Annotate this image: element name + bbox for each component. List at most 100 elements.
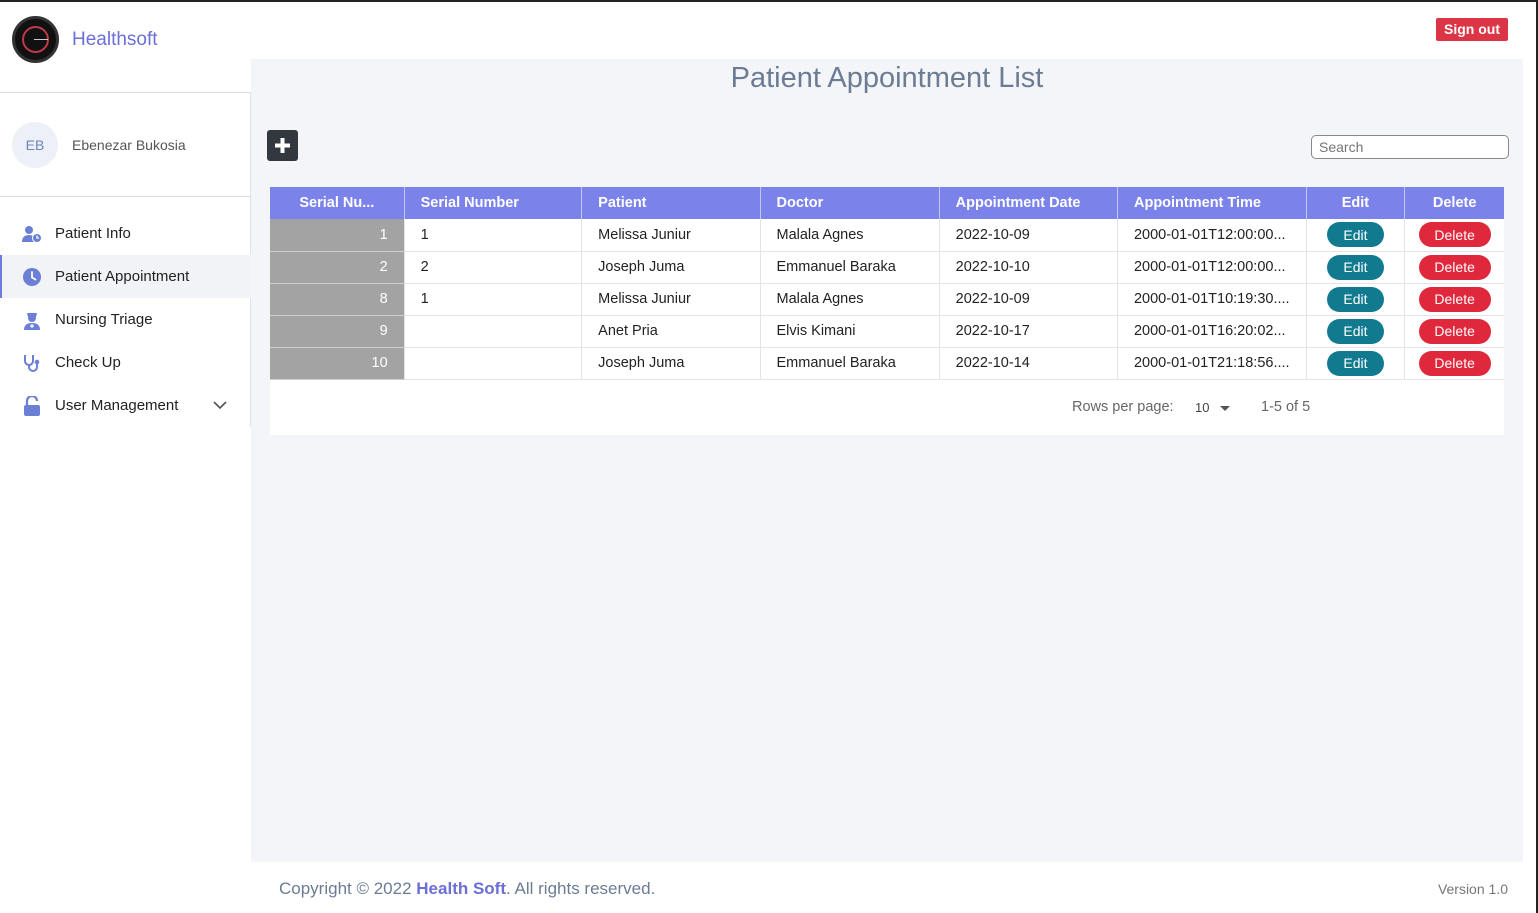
date-cell: 2022-10-09 — [939, 283, 1118, 316]
appointment-table: Serial Nu... Serial Number Patient Docto… — [270, 187, 1504, 435]
time-cell: 2000-01-01T16:20:02... — [1117, 315, 1307, 348]
table-row: 2 2 Joseph Juma Emmanuel Baraka 2022-10-… — [270, 251, 1504, 284]
edit-button[interactable]: Edit — [1326, 286, 1384, 312]
edit-button[interactable]: Edit — [1326, 222, 1384, 248]
time-cell: 2000-01-01T12:00:00... — [1117, 219, 1307, 252]
edit-button[interactable]: Edit — [1326, 254, 1384, 280]
row-id-cell: 1 — [270, 219, 405, 252]
table-header-row: Serial Nu... Serial Number Patient Docto… — [270, 187, 1504, 219]
sidebar-item-patient-appointment[interactable]: Patient Appointment — [0, 255, 251, 298]
copyright-suffix: . All rights reserved. — [506, 879, 656, 898]
chevron-down-icon[interactable] — [213, 397, 227, 414]
row-id-cell: 8 — [270, 283, 405, 316]
sidebar-item-user-management[interactable]: User Management — [0, 384, 251, 427]
divider — [0, 92, 251, 93]
sidebar-item-patient-info[interactable]: Patient Info — [0, 212, 251, 255]
patient-cell: Joseph Juma — [581, 347, 761, 380]
table-row: 1 1 Melissa Juniur Malala Agnes 2022-10-… — [270, 219, 1504, 252]
delete-cell: Delete — [1404, 219, 1504, 252]
delete-button[interactable]: Delete — [1418, 286, 1491, 312]
time-cell: 2000-01-01T21:18:56.... — [1117, 347, 1307, 380]
doctor-cell: Emmanuel Baraka — [760, 251, 940, 284]
column-header[interactable]: Serial Nu... — [270, 187, 405, 219]
edit-button[interactable]: Edit — [1326, 350, 1384, 376]
clock-icon — [22, 267, 42, 287]
rows-per-page-select[interactable]: 10 — [1195, 400, 1209, 415]
add-appointment-button[interactable] — [267, 130, 298, 161]
pagination: Rows per page: 10 1-5 of 5 — [270, 399, 1504, 419]
serial-number-cell: 2 — [404, 251, 583, 284]
caret-down-icon[interactable] — [1220, 406, 1230, 411]
edit-button[interactable]: Edit — [1326, 318, 1384, 344]
sidebar-item-label: Check Up — [55, 354, 121, 371]
plus-icon — [275, 138, 290, 153]
copyright-brand-link[interactable]: Health Soft — [416, 879, 506, 898]
delete-cell: Delete — [1404, 251, 1504, 284]
sidebar-item-check-up[interactable]: Check Up — [0, 341, 251, 384]
serial-number-cell: 1 — [404, 219, 583, 252]
date-cell: 2022-10-17 — [939, 315, 1118, 348]
patient-cell: Joseph Juma — [581, 251, 761, 284]
serial-number-cell — [404, 347, 583, 380]
delete-cell: Delete — [1404, 347, 1504, 380]
pagination-range: 1-5 of 5 — [1261, 399, 1311, 415]
search-input[interactable] — [1311, 135, 1509, 159]
copyright-prefix: Copyright © 2022 — [279, 879, 417, 898]
edit-cell: Edit — [1306, 219, 1406, 252]
column-header[interactable]: Appointment Date — [939, 187, 1118, 219]
brand-name: Healthsoft — [72, 28, 158, 50]
date-cell: 2022-10-09 — [939, 219, 1118, 252]
column-header: Delete — [1404, 187, 1504, 219]
edit-cell: Edit — [1306, 315, 1406, 348]
delete-button[interactable]: Delete — [1418, 254, 1491, 280]
unlock-icon — [22, 395, 42, 416]
logo-icon — [12, 16, 59, 63]
stethoscope-icon — [22, 353, 42, 373]
divider — [0, 196, 251, 197]
column-header[interactable]: Appointment Time — [1117, 187, 1307, 219]
time-cell: 2000-01-01T12:00:00... — [1117, 251, 1307, 284]
sidebar-item-label: Patient Info — [55, 225, 131, 242]
patient-cell: Melissa Juniur — [581, 219, 761, 252]
patient-info-icon — [22, 224, 42, 244]
sidebar: EB Ebenezar Bukosia Patient Info Patient… — [0, 92, 251, 427]
row-id-cell: 10 — [270, 347, 405, 380]
brand[interactable]: Healthsoft — [12, 16, 158, 63]
main-panel: Patient Appointment List Serial Nu... Se… — [251, 59, 1523, 862]
patient-cell: Anet Pria — [581, 315, 761, 348]
delete-button[interactable]: Delete — [1418, 222, 1491, 248]
column-header[interactable]: Serial Number — [404, 187, 583, 219]
sidebar-item-nursing-triage[interactable]: Nursing Triage — [0, 298, 251, 341]
delete-button[interactable]: Delete — [1418, 318, 1491, 344]
table-row: 9 Anet Pria Elvis Kimani 2022-10-17 2000… — [270, 315, 1504, 348]
sign-out-button[interactable]: Sign out — [1436, 18, 1508, 41]
user-profile: EB Ebenezar Bukosia — [12, 122, 186, 168]
doctor-cell: Malala Agnes — [760, 283, 940, 316]
sidebar-item-label: User Management — [55, 397, 179, 414]
date-cell: 2022-10-14 — [939, 347, 1118, 380]
column-header[interactable]: Doctor — [760, 187, 940, 219]
edit-cell: Edit — [1306, 347, 1406, 380]
column-header[interactable]: Patient — [581, 187, 761, 219]
copyright: Copyright © 2022 Health Soft. All rights… — [279, 879, 655, 899]
row-id-cell: 2 — [270, 251, 405, 284]
doctor-cell: Malala Agnes — [760, 219, 940, 252]
time-cell: 2000-01-01T10:19:30.... — [1117, 283, 1307, 316]
rows-per-page-label: Rows per page: — [1072, 399, 1174, 415]
date-cell: 2022-10-10 — [939, 251, 1118, 284]
delete-cell: Delete — [1404, 283, 1504, 316]
avatar: EB — [12, 122, 58, 168]
serial-number-cell — [404, 315, 583, 348]
nurse-icon — [22, 310, 42, 330]
delete-button[interactable]: Delete — [1418, 350, 1491, 376]
user-name: Ebenezar Bukosia — [72, 137, 186, 153]
delete-cell: Delete — [1404, 315, 1504, 348]
edit-cell: Edit — [1306, 251, 1406, 284]
table-row: 8 1 Melissa Juniur Malala Agnes 2022-10-… — [270, 283, 1504, 316]
doctor-cell: Emmanuel Baraka — [760, 347, 940, 380]
patient-cell: Melissa Juniur — [581, 283, 761, 316]
serial-number-cell: 1 — [404, 283, 583, 316]
page-title: Patient Appointment List — [730, 62, 1044, 94]
sidebar-item-label: Nursing Triage — [55, 311, 153, 328]
edit-cell: Edit — [1306, 283, 1406, 316]
